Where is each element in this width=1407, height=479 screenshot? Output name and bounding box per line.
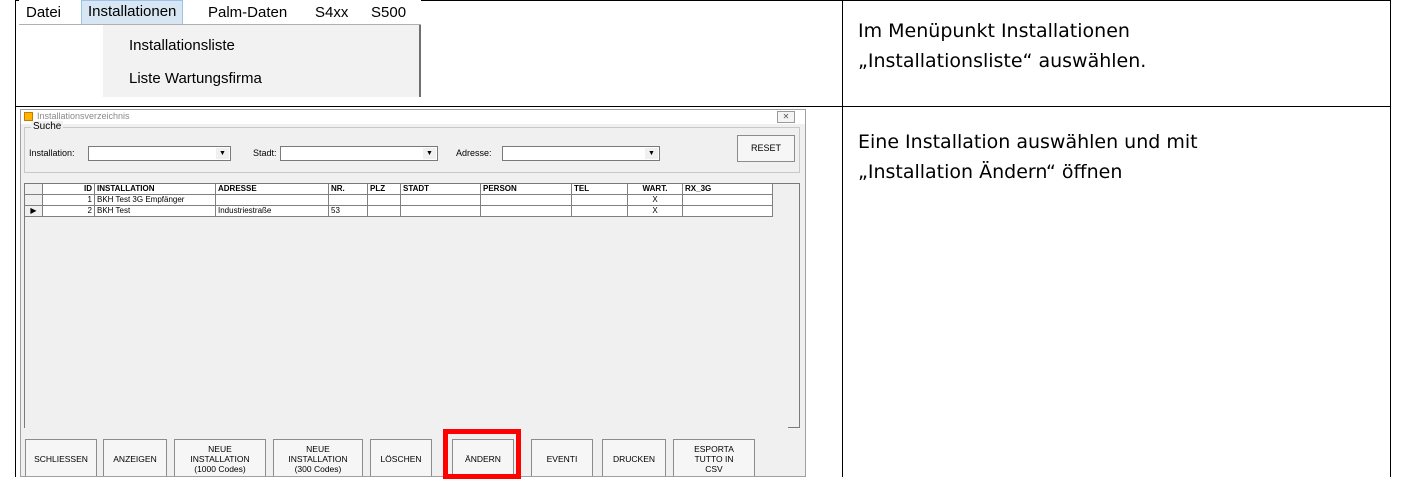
installationsverzeichnis-dialog: Installationsverzeichnis ✕ Suche Install… <box>20 109 806 477</box>
menu-item-palm-daten[interactable]: Palm-Daten <box>202 2 293 24</box>
stadt-combo[interactable]: ▼ <box>280 146 438 161</box>
header-indicator <box>25 184 43 195</box>
menu-item-installationen[interactable]: Installationen <box>81 0 184 25</box>
table-row[interactable]: ▶ 2 BKH Test Industriestraße 53 X <box>25 206 788 217</box>
instruction-step2-line2: „Installation Ändern“ öffnen <box>858 161 1123 183</box>
header-plz[interactable]: PLZ <box>368 184 401 195</box>
cell-installation[interactable]: BKH Test <box>95 206 216 217</box>
grid-body: ID INSTALLATION ADRESSE NR. PLZ STADT PE… <box>25 184 788 428</box>
adresse-combo[interactable]: ▼ <box>502 146 660 161</box>
instruction-step1: Im Menüpunkt Installationen „Installatio… <box>858 16 1388 76</box>
neue-installation-300-button[interactable]: NEUE INSTALLATION (300 Codes) <box>273 439 363 476</box>
table-header-row: ID INSTALLATION ADRESSE NR. PLZ STADT PE… <box>25 184 788 195</box>
cell-id[interactable]: 1 <box>43 195 95 206</box>
adresse-label: Adresse: <box>456 148 492 158</box>
cell-person[interactable] <box>481 195 572 206</box>
table-row[interactable]: 1 BKH Test 3G Empfänger X <box>25 195 788 206</box>
instruction-step1-line2: „Installationsliste“ auswählen. <box>858 50 1147 72</box>
header-nr[interactable]: NR. <box>329 184 368 195</box>
close-icon[interactable]: ✕ <box>777 111 795 123</box>
cell-rx3g[interactable] <box>683 206 773 217</box>
neue-installation-1000-button[interactable]: NEUE INSTALLATION (1000 Codes) <box>174 439 266 476</box>
header-wart[interactable]: WART. <box>628 184 683 195</box>
dropdown-item-installationsliste[interactable]: Installationsliste <box>129 35 235 57</box>
search-group-label: Suche <box>31 121 64 132</box>
table-border-left <box>15 0 16 477</box>
cell-person[interactable] <box>481 206 572 217</box>
header-installation[interactable]: INSTALLATION <box>95 184 216 195</box>
installationen-dropdown: Installationsliste Liste Wartungsfirma <box>103 25 421 97</box>
cell-plz[interactable] <box>368 195 401 206</box>
instruction-step2-line1: Eine Installation auswählen und mit <box>858 131 1198 153</box>
row-indicator[interactable] <box>25 195 43 206</box>
cell-tel[interactable] <box>572 206 628 217</box>
chevron-down-icon[interactable]: ▼ <box>645 148 658 159</box>
cell-id[interactable]: 2 <box>43 206 95 217</box>
chevron-down-icon[interactable]: ▼ <box>423 148 436 159</box>
search-group: Suche Installation: ▼ Stadt: ▼ Adresse: … <box>24 121 800 173</box>
dropdown-item-liste-wartungsfirma[interactable]: Liste Wartungsfirma <box>129 68 262 90</box>
esporta-csv-button[interactable]: ESPORTA TUTTO IN CSV <box>673 439 755 476</box>
cell-rx3g[interactable] <box>683 195 773 206</box>
cell-nr[interactable] <box>329 195 368 206</box>
dialog-title: Installationsverzeichnis <box>37 111 130 121</box>
header-person[interactable]: PERSON <box>481 184 572 195</box>
header-id[interactable]: ID <box>43 184 95 195</box>
cell-stadt[interactable] <box>401 206 481 217</box>
menu-item-datei[interactable]: Datei <box>20 2 67 24</box>
cell-wart[interactable]: X <box>628 195 683 206</box>
highlight-box <box>443 429 521 479</box>
table-border-right <box>1390 0 1391 477</box>
table-column-divider <box>842 0 843 477</box>
installations-grid: ID INSTALLATION ADRESSE NR. PLZ STADT PE… <box>24 183 800 428</box>
loeschen-button[interactable]: LÖSCHEN <box>370 439 432 476</box>
instruction-step1-line1: Im Menüpunkt Installationen <box>858 20 1130 42</box>
cell-adresse[interactable]: Industriestraße <box>216 206 329 217</box>
app-icon <box>24 112 33 121</box>
drucken-button[interactable]: DRUCKEN <box>602 439 666 476</box>
header-stadt[interactable]: STADT <box>401 184 481 195</box>
schliessen-button[interactable]: SCHLIESSEN <box>25 439 97 476</box>
cell-nr[interactable]: 53 <box>329 206 368 217</box>
header-tel[interactable]: TEL <box>572 184 628 195</box>
menu-item-s500[interactable]: S500 <box>365 2 412 24</box>
eventi-button[interactable]: EVENTI <box>531 439 593 476</box>
reset-button[interactable]: RESET <box>737 135 795 162</box>
stadt-label: Stadt: <box>253 148 277 158</box>
table-row-divider <box>15 106 1391 107</box>
cell-adresse[interactable] <box>216 195 329 206</box>
instruction-step2: Eine Installation auswählen und mit „Ins… <box>858 127 1388 187</box>
row-indicator[interactable]: ▶ <box>25 206 43 217</box>
cell-tel[interactable] <box>572 195 628 206</box>
header-adresse[interactable]: ADRESSE <box>216 184 329 195</box>
header-rx3g[interactable]: RX_3G <box>683 184 773 195</box>
cell-wart[interactable]: X <box>628 206 683 217</box>
menu-bar: Datei Installationen Palm-Daten S4xx S50… <box>19 0 421 25</box>
dialog-titlebar: Installationsverzeichnis ✕ <box>21 110 805 124</box>
installation-label: Installation: <box>29 148 75 158</box>
cell-stadt[interactable] <box>401 195 481 206</box>
menu-screenshot: Datei Installationen Palm-Daten S4xx S50… <box>19 0 421 97</box>
cell-plz[interactable] <box>368 206 401 217</box>
button-bar: SCHLIESSEN ANZEIGEN NEUE INSTALLATION (1… <box>21 435 805 476</box>
anzeigen-button[interactable]: ANZEIGEN <box>103 439 167 476</box>
menu-item-s4xx[interactable]: S4xx <box>309 2 354 24</box>
cell-installation[interactable]: BKH Test 3G Empfänger <box>95 195 216 206</box>
chevron-down-icon[interactable]: ▼ <box>216 148 229 159</box>
grid-scrollbar[interactable] <box>787 184 799 427</box>
installation-combo[interactable]: ▼ <box>88 146 231 161</box>
